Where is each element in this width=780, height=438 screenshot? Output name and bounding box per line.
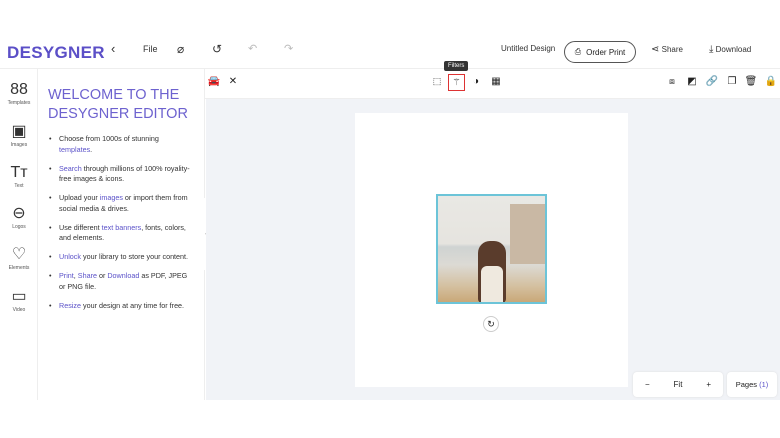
history-icon[interactable]: ↺ [212, 42, 222, 56]
printer-icon: ⎙ [574, 47, 582, 56]
grid-icon[interactable]: ▦ [489, 76, 503, 87]
duplicate-icon[interactable]: ❐ [725, 76, 739, 87]
feature-text: Upload your [59, 193, 100, 202]
lock-icon[interactable]: 🔒 [764, 76, 778, 87]
feature-list-item: Use different text banners, fonts, color… [48, 223, 194, 244]
zoom-in-button[interactable]: + [706, 380, 711, 389]
pages-button[interactable]: Pages (1) [727, 372, 777, 397]
feature-text: your library to store your content. [80, 252, 189, 261]
download-button[interactable]: ⤓ Download [709, 44, 751, 55]
feature-link[interactable]: Unlock [59, 252, 81, 261]
feature-link[interactable]: text banners [102, 223, 142, 232]
logos-icon: ⊖ [12, 205, 26, 222]
building-shape [510, 204, 545, 264]
feature-link[interactable]: Search [59, 164, 82, 173]
layer-icon[interactable]: ◩ [685, 76, 699, 87]
sidebar-item-logos[interactable]: ⊖ Logos [0, 205, 38, 230]
share-icon: ⋖ [651, 44, 660, 55]
feature-link[interactable]: images [100, 193, 123, 202]
logo[interactable]: DESYGNER [7, 43, 105, 63]
feature-link[interactable]: Share [78, 271, 97, 280]
download-icon: ⤓ [709, 44, 714, 55]
order-print-button[interactable]: ⎙ Order Print [564, 41, 636, 63]
feature-list-item: Resize your design at any time for free. [48, 301, 194, 312]
video-icon: ▭ [11, 288, 27, 305]
share-button[interactable]: ⋖ Share [651, 44, 683, 55]
templates-icon: 88 [10, 81, 28, 98]
welcome-panel: WELCOME TO THEDESYGNER EDITOR Choose fro… [38, 69, 205, 400]
back-chevron-icon[interactable]: ‹ [111, 41, 115, 56]
toolbar-divider [205, 98, 780, 99]
sidebar-label: Text [14, 183, 24, 189]
order-print-label: Order Print [586, 47, 626, 57]
feature-text: Use different [59, 222, 102, 232]
sidebar-item-elements[interactable]: ♡ Elements [0, 246, 38, 271]
zoom-fit-button[interactable]: Fit [674, 380, 683, 389]
pages-count: (1) [759, 380, 769, 389]
pages-label: Pages [735, 380, 757, 389]
zoom-out-button[interactable]: − [645, 380, 650, 389]
feature-link[interactable]: Resize [59, 301, 81, 310]
person-shirt [481, 266, 503, 302]
sidebar-label: Logos [12, 224, 26, 230]
panel-title: WELCOME TO THE DESYGNER EDITOR [48, 87, 188, 122]
close-icon[interactable]: ✕ [226, 76, 240, 87]
link-icon[interactable]: 🔗 [705, 76, 719, 87]
sidebar-label: Images [10, 142, 28, 148]
eraser-icon[interactable]: ⌀ [177, 42, 184, 56]
selected-photo[interactable] [436, 194, 547, 304]
sidebar-label: Elements [8, 265, 30, 271]
feature-text: your design at any time for free. [80, 300, 185, 310]
undo-icon[interactable]: ↶ [248, 42, 257, 55]
car-icon[interactable]: 🚘 [207, 76, 221, 87]
share-label: Share [661, 45, 683, 54]
align-center-icon[interactable]: ⧈ [665, 76, 679, 87]
sidebar-item-images[interactable]: ▣ Images [0, 123, 38, 148]
feature-list: Choose from 1000s of stunning templates.… [48, 134, 194, 311]
heart-icon: ♡ [11, 246, 27, 263]
tooltip: Filters [444, 61, 469, 71]
feature-list-item: Unlock your library to store your conten… [48, 252, 194, 263]
delete-icon[interactable]: 🗑 [744, 76, 758, 87]
sidebar-item-text[interactable]: Tт Text [0, 164, 38, 189]
feature-link[interactable]: Print [59, 271, 74, 280]
feature-link[interactable]: Download [107, 271, 139, 280]
rotate-handle-icon[interactable]: ↻ [483, 316, 499, 332]
file-menu[interactable]: File [143, 44, 158, 54]
contrast-icon[interactable]: ◑ [469, 76, 483, 87]
text-icon: Tт [10, 164, 28, 181]
zoom-controls: − Fit + [633, 372, 723, 397]
magic-wand-icon: ⚚ [452, 77, 461, 87]
filters-button[interactable]: ⚚ [448, 74, 465, 91]
feature-text: or [96, 271, 108, 280]
sidebar-item-video[interactable]: ▭ Video [0, 288, 38, 313]
feature-text: . [90, 144, 93, 154]
download-label: Download [715, 45, 752, 54]
feature-list-item: Search through millions of 100% royality… [48, 164, 194, 185]
sidebar-label: Templates [7, 100, 31, 106]
feature-list-item: Choose from 1000s of stunning templates. [48, 134, 194, 155]
feature-list-item: Print, Share or Download as PDF, JPEG or… [48, 271, 194, 292]
design-name[interactable]: Untitled Design [501, 44, 555, 53]
sidebar-label: Video [12, 307, 26, 313]
feature-text: Choose from 1000s of stunning [59, 134, 159, 143]
crop-select-icon[interactable]: ⬚ [430, 76, 444, 87]
redo-icon[interactable]: ↷ [284, 42, 293, 55]
feature-link[interactable]: templates [59, 145, 90, 154]
feature-list-item: Upload your images or import them from s… [48, 193, 194, 214]
image-icon: ▣ [11, 123, 27, 140]
sidebar-item-templates[interactable]: 88 Templates [0, 81, 38, 106]
sidebar: 88 Templates ▣ Images Tт Text ⊖ Logos ♡ Eleme… [0, 69, 38, 400]
